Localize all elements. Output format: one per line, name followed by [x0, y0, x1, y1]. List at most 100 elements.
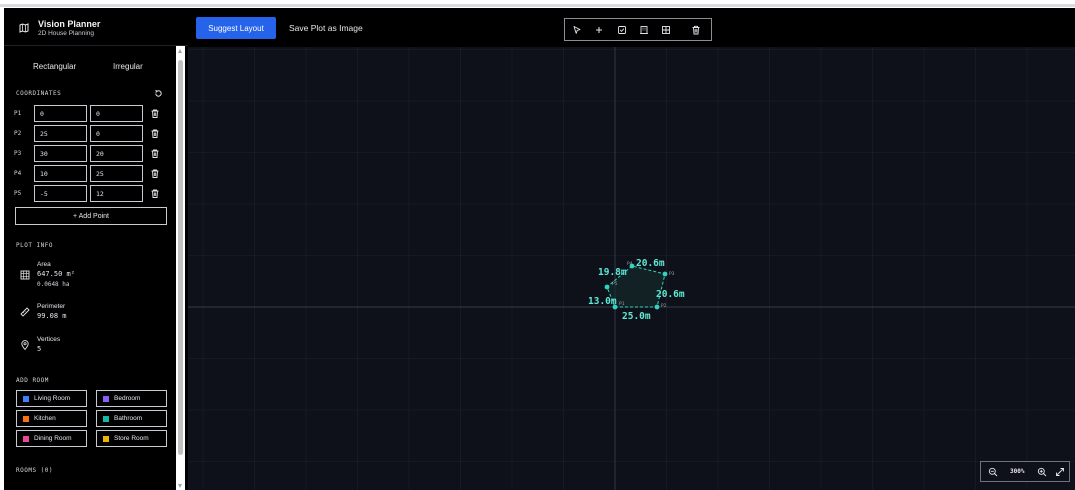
vertex-label-p4: P4: [627, 261, 633, 267]
app-title: Vision Planner: [38, 19, 101, 29]
zoom-out-icon[interactable]: [988, 467, 998, 477]
p5-x-input[interactable]: [34, 185, 87, 202]
p1-x-input[interactable]: [34, 105, 87, 122]
room-label: Dining Room: [34, 435, 72, 442]
plot-info-heading: PLOT INFO: [16, 242, 54, 249]
edge-label-p2-p3: 20.6m: [656, 289, 685, 300]
main-toolbar: Suggest Layout Save Plot as Image: [188, 8, 1075, 47]
location-pin-icon: [21, 340, 29, 350]
scroll-down-arrow[interactable]: [178, 484, 182, 488]
color-swatch: [23, 436, 29, 442]
room-label: Store Room: [114, 435, 149, 442]
p3-y-input[interactable]: [90, 145, 143, 162]
add-kitchen-button[interactable]: Kitchen: [16, 410, 87, 427]
drawing-tools: [564, 18, 712, 41]
add-living-room-button[interactable]: Living Room: [16, 390, 87, 407]
add-bathroom-button[interactable]: Bathroom: [96, 410, 167, 427]
point-label: P1: [14, 110, 22, 117]
zoom-in-icon[interactable]: [1037, 467, 1047, 477]
grid-icon[interactable]: [661, 25, 671, 35]
save-plot-button[interactable]: Save Plot as Image: [289, 23, 363, 33]
p2-x-input[interactable]: [34, 125, 87, 142]
trash-icon[interactable]: [151, 149, 159, 158]
edge-label-p3-p4: 20.6m: [636, 258, 665, 269]
sidebar: Vision Planner 2D House Planning Rectang…: [4, 8, 188, 490]
building-icon[interactable]: [639, 25, 649, 35]
color-swatch: [103, 436, 109, 442]
vertex-p5[interactable]: [604, 284, 610, 290]
point-label: P4: [14, 170, 22, 177]
trash-icon[interactable]: [151, 169, 159, 178]
color-swatch: [23, 396, 29, 402]
vertices-label: Vertices: [37, 336, 61, 343]
trash-icon[interactable]: [691, 25, 701, 35]
room-label: Bathroom: [114, 415, 143, 422]
area-label: Area: [37, 261, 51, 268]
scroll-up-arrow[interactable]: [178, 49, 182, 53]
plot-canvas[interactable]: P1 P2 P3 P4 P5 25.0m 20.6m 20.6m 19.8m 1…: [188, 47, 1075, 490]
area-hectare-value: 0.0648 ha: [37, 281, 70, 288]
color-swatch: [23, 416, 29, 422]
coordinate-row-p1: P1: [4, 105, 176, 122]
vertex-label-p2: P2: [661, 303, 667, 309]
color-swatch: [103, 416, 109, 422]
coordinate-row-p2: P2: [4, 125, 176, 142]
room-label: Kitchen: [34, 415, 56, 422]
tab-irregular[interactable]: Irregular: [113, 62, 143, 71]
color-swatch: [103, 396, 109, 402]
perimeter-info: Perimeter 99.08 m: [4, 302, 176, 324]
select-icon[interactable]: [572, 25, 582, 35]
edge-label-p1-p2: 25.0m: [622, 311, 651, 322]
coordinate-row-p5: P5: [4, 185, 176, 202]
add-point-button[interactable]: + Add Point: [15, 207, 167, 225]
reset-icon[interactable]: [154, 89, 163, 98]
room-label: Living Room: [34, 395, 71, 402]
suggest-layout-button[interactable]: Suggest Layout: [196, 17, 276, 39]
p4-x-input[interactable]: [34, 165, 87, 182]
grid-area-icon: [20, 270, 30, 280]
fit-view-icon[interactable]: [1055, 467, 1065, 477]
perimeter-value: 99.08 m: [37, 312, 67, 320]
sidebar-scrollbar[interactable]: [176, 46, 185, 490]
room-label: Bedroom: [114, 395, 141, 402]
vertices-info: Vertices 5: [4, 335, 176, 357]
point-label: P3: [14, 150, 22, 157]
p2-y-input[interactable]: [90, 125, 143, 142]
add-dining-room-button[interactable]: Dining Room: [16, 430, 87, 447]
p4-y-input[interactable]: [90, 165, 143, 182]
vertex-label-p1: P1: [619, 301, 625, 307]
scrollbar-thumb[interactable]: [178, 60, 183, 455]
p1-y-input[interactable]: [90, 105, 143, 122]
coordinate-row-p3: P3: [4, 145, 176, 162]
zoom-level: 300%: [1010, 468, 1025, 475]
trash-icon[interactable]: [151, 189, 159, 198]
area-info: Area 647.50 m² 0.0648 ha: [4, 260, 176, 290]
vertex-p3[interactable]: [662, 271, 668, 277]
vertex-label-p3: P3: [669, 271, 675, 277]
app-subtitle: 2D House Planning: [38, 30, 95, 37]
trash-icon[interactable]: [151, 129, 159, 138]
point-label: P5: [14, 190, 22, 197]
zoom-controls: 300%: [980, 461, 1070, 482]
vertex-label-p5: P5: [612, 281, 618, 287]
vertex-p2[interactable]: [654, 304, 660, 310]
checkbox-icon[interactable]: [617, 25, 627, 35]
p3-x-input[interactable]: [34, 145, 87, 162]
add-room-heading: ADD ROOM: [16, 377, 49, 384]
add-store-room-button[interactable]: Store Room: [96, 430, 167, 447]
trash-icon[interactable]: [151, 109, 159, 118]
tab-rectangular[interactable]: Rectangular: [33, 62, 76, 71]
map-icon: [19, 23, 29, 33]
coordinates-heading: COORDINATES: [16, 90, 62, 97]
browser-top-strip: [0, 0, 1075, 7]
vertices-value: 5: [37, 345, 42, 353]
app-header: Vision Planner 2D House Planning: [4, 8, 188, 46]
point-label: P2: [14, 130, 22, 137]
add-bedroom-button[interactable]: Bedroom: [96, 390, 167, 407]
p5-y-input[interactable]: [90, 185, 143, 202]
canvas-grid: P1 P2 P3 P4 P5 25.0m 20.6m 20.6m 19.8m 1…: [188, 47, 1075, 490]
edge-label-p5-p1: 13.0m: [588, 296, 617, 307]
plus-icon[interactable]: [594, 25, 604, 35]
rooms-count-heading: ROOMS (0): [16, 467, 54, 474]
coordinate-row-p4: P4: [4, 165, 176, 182]
